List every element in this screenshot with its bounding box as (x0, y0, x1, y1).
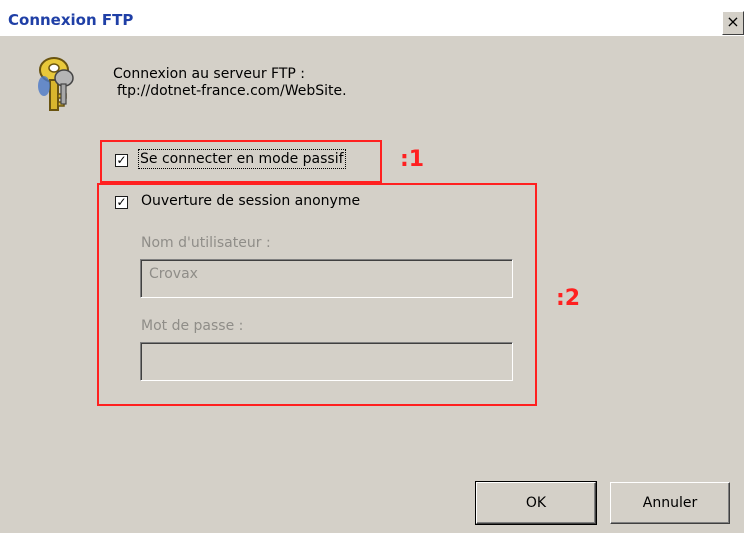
key-icon (38, 57, 74, 111)
connection-message: Connexion au serveur FTP : ftp://dotnet-… (113, 66, 347, 100)
cancel-button[interactable]: Annuler (610, 482, 730, 524)
annotation-box-2 (97, 183, 537, 406)
window-title: Connexion FTP (8, 11, 134, 29)
server-url: ftp://dotnet-france.com/WebSite. (117, 83, 347, 99)
message-line-1: Connexion au serveur FTP : (113, 66, 306, 82)
close-icon: × (726, 12, 740, 31)
close-button[interactable]: × (722, 11, 744, 35)
annotation-label-2: :2 (556, 286, 581, 311)
title-bar: Connexion FTP × (0, 0, 744, 36)
ok-button[interactable]: OK (475, 481, 597, 525)
annotation-box-1 (100, 140, 382, 183)
annotation-label-1: :1 (400, 147, 425, 172)
